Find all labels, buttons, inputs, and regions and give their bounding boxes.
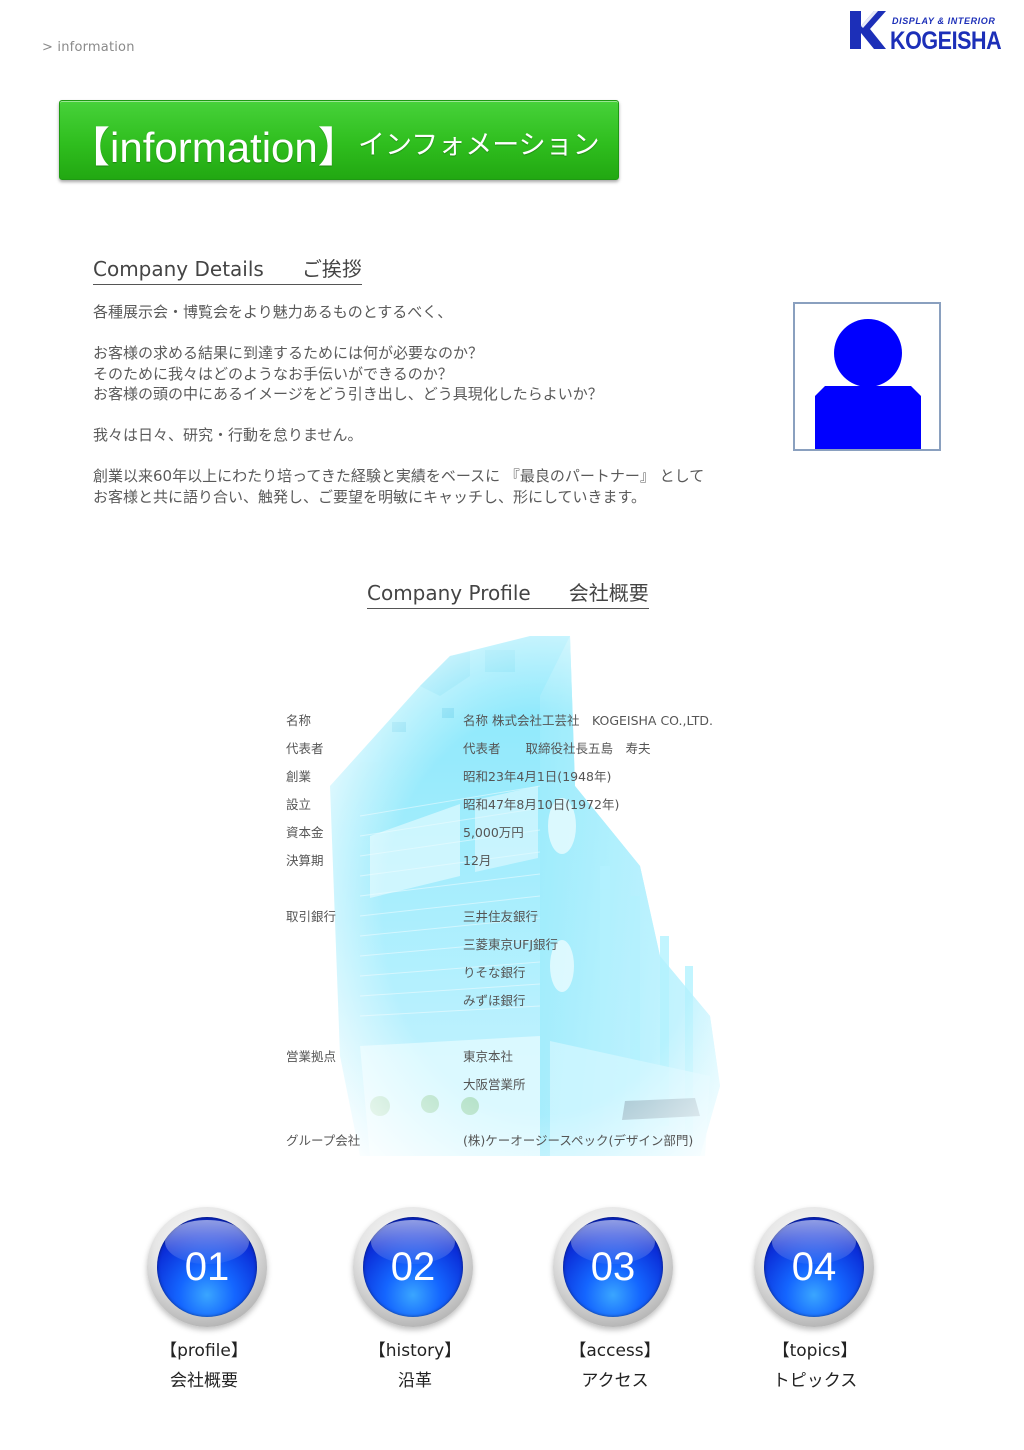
profile-row-label: 創業 bbox=[286, 769, 312, 784]
company-profile-heading-en: Company Profile bbox=[367, 581, 531, 605]
profile-row-label: 取引銀行 bbox=[286, 909, 337, 924]
nav-link-history[interactable]: 【history】 沿革 bbox=[335, 1336, 495, 1396]
logo-name: KOGEISHA bbox=[890, 27, 1002, 55]
profile-row-value: 三菱東京UFJ銀行 bbox=[463, 937, 559, 952]
profile-row-label: 名称 bbox=[286, 713, 312, 728]
profile-row-value: 代表者 取締役社長五島 寿夫 bbox=[463, 741, 651, 756]
profile-row-label: 営業拠点 bbox=[286, 1049, 337, 1064]
profile-row-value: 昭和23年4月1日(1948年) bbox=[463, 769, 612, 784]
profile-row-value: 名称 株式会社工芸社 KOGEISHA CO.,LTD. bbox=[463, 713, 713, 728]
profile-row-value: みずほ銀行 bbox=[463, 993, 526, 1008]
nav-label-jp: アクセス bbox=[581, 1371, 649, 1391]
greeting-text: 各種展示会・博覧会をより魅力あるものとするべく、 お客様の求める結果に到達するた… bbox=[93, 302, 813, 507]
company-logo[interactable]: DISPLAY & INTERIOR KOGEISHA bbox=[848, 8, 1016, 55]
profile-row-value: 5,000万円 bbox=[463, 825, 524, 840]
nav-label-en: 【profile】 bbox=[160, 1341, 248, 1361]
breadcrumb[interactable]: > information bbox=[42, 40, 135, 55]
page-title-en: 【information】 bbox=[68, 124, 360, 171]
greeting-line: そのために我々はどのようなお手伝いができるのか？ bbox=[93, 364, 453, 383]
logo-k-icon bbox=[850, 11, 886, 49]
page-title-banner: 【information】 インフォメーション bbox=[59, 100, 619, 180]
nav-button-profile[interactable]: 01 bbox=[147, 1207, 267, 1327]
nav-number: 01 bbox=[184, 1245, 230, 1289]
nav-label-jp: 会社概要 bbox=[170, 1371, 238, 1391]
person-silhouette-icon bbox=[815, 319, 921, 449]
profile-row-label: 代表者 bbox=[286, 741, 324, 756]
profile-row-value: 大阪営業所 bbox=[463, 1077, 526, 1092]
nav-link-profile[interactable]: 【profile】 会社概要 bbox=[124, 1336, 284, 1396]
profile-row-label: グループ会社 bbox=[286, 1133, 361, 1148]
profile-row-value: 東京本社 bbox=[463, 1049, 514, 1064]
greeting-line: お客様と共に語り合い、触発し、ご要望を明敏にキャッチし、形にしていきます。 bbox=[93, 487, 647, 506]
nav-label-en: 【topics】 bbox=[772, 1341, 858, 1361]
company-details-heading-jp: ご挨拶 bbox=[301, 257, 362, 281]
nav-link-topics[interactable]: 【topics】 トピックス bbox=[735, 1336, 895, 1396]
nav-label-en: 【history】 bbox=[368, 1341, 462, 1361]
greeting-line: お客様の求める結果に到達するためには何が必要なのか？ bbox=[93, 344, 484, 362]
nav-number: 03 bbox=[590, 1245, 636, 1289]
nav-button-history[interactable]: 02 bbox=[353, 1207, 473, 1327]
company-profile-heading-jp: 会社概要 bbox=[568, 581, 649, 605]
page-title-jp: インフォメーション bbox=[358, 130, 600, 161]
greeting-line: 創業以来60年以上にわたり培ってきた経験と実績をベースに 『最良のパートナー』 … bbox=[93, 467, 705, 485]
greeting-line: 我々は日々、研究・行動を怠りません。 bbox=[93, 426, 363, 444]
profile-row-value: 12月 bbox=[463, 853, 492, 868]
profile-row-label: 決算期 bbox=[286, 853, 324, 868]
profile-row-label: 資本金 bbox=[286, 825, 324, 840]
nav-label-jp: トピックス bbox=[772, 1371, 858, 1391]
company-details-heading-en: Company Details bbox=[93, 257, 264, 281]
profile-row-value: (株)ケーオージースペック(デザイン部門) bbox=[463, 1133, 694, 1148]
company-details-heading: Company Details ご挨拶 bbox=[93, 253, 362, 285]
president-photo-placeholder bbox=[793, 302, 941, 451]
profile-row-label: 設立 bbox=[286, 797, 312, 812]
logo-tagline: DISPLAY & INTERIOR bbox=[892, 16, 996, 26]
nav-number: 02 bbox=[390, 1245, 436, 1289]
nav-label-en: 【access】 bbox=[569, 1341, 661, 1361]
nav-button-topics[interactable]: 04 bbox=[754, 1207, 874, 1327]
nav-link-access[interactable]: 【access】 アクセス bbox=[535, 1336, 695, 1396]
profile-row-value: りそな銀行 bbox=[463, 965, 526, 980]
profile-row-value: 三井住友銀行 bbox=[463, 909, 539, 924]
greeting-line: 各種展示会・博覧会をより魅力あるものとするべく、 bbox=[93, 303, 453, 321]
nav-button-access[interactable]: 03 bbox=[553, 1207, 673, 1327]
nav-label-jp: 沿革 bbox=[398, 1371, 432, 1391]
profile-row-value: 昭和47年8月10日(1972年) bbox=[463, 797, 620, 812]
company-profile-heading: Company Profile 会社概要 bbox=[367, 577, 649, 609]
greeting-line: お客様の頭の中にあるイメージをどう引き出し、どう具現化したらよいか？ bbox=[93, 385, 603, 403]
nav-number: 04 bbox=[791, 1245, 837, 1289]
